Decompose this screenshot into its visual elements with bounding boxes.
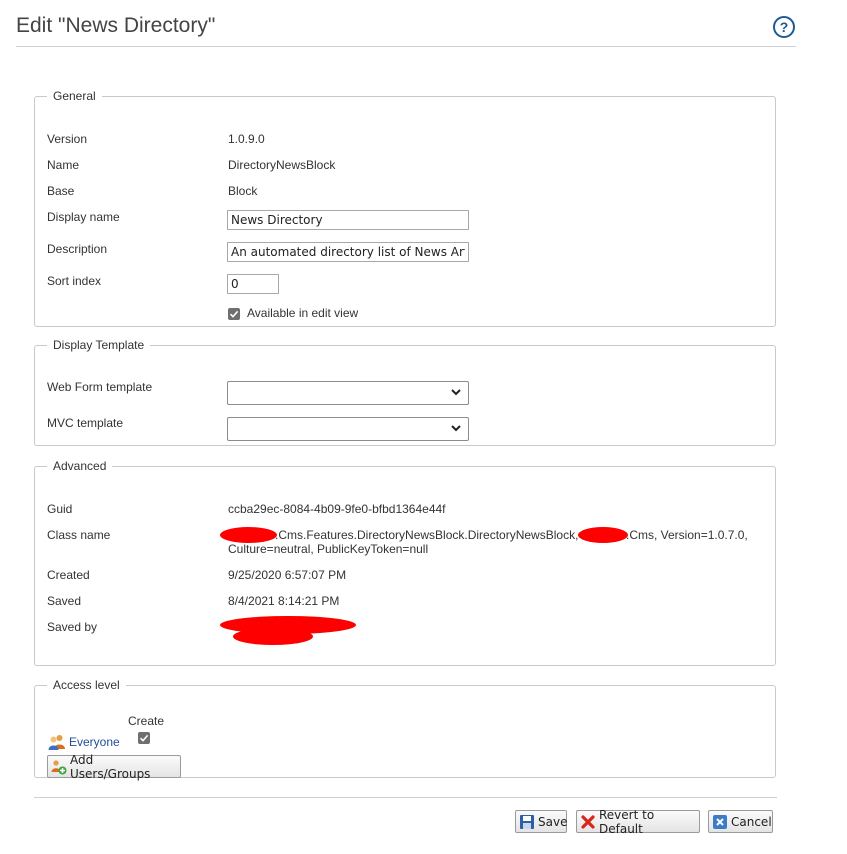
base-value: Block	[228, 184, 258, 198]
name-value: DirectoryNewsBlock	[228, 158, 336, 172]
created-label: Created	[47, 568, 90, 582]
general-section: General Version 1.0.9.0 Name DirectoryNe…	[34, 89, 776, 327]
description-field[interactable]	[227, 242, 469, 262]
guid-label: Guid	[47, 502, 73, 516]
help-icon[interactable]: ?	[773, 16, 795, 38]
add-users-icon	[51, 759, 67, 775]
checkmark-icon	[229, 310, 239, 318]
version-label: Version	[47, 132, 88, 146]
display-template-section: Display Template Web Form template MVC t…	[34, 338, 776, 446]
display-name-label: Display name	[47, 210, 120, 224]
general-legend: General	[53, 89, 96, 103]
revert-to-default-button[interactable]: Revert to Default	[576, 807, 700, 836]
advanced-legend: Advanced	[53, 459, 107, 473]
class-name-part2: .Cms, Version=1.0.7.0,	[626, 528, 748, 542]
column-create-header: Create	[128, 714, 165, 728]
cancel-label: Cancel	[731, 814, 772, 829]
available-checkbox[interactable]	[228, 308, 240, 320]
class-name-part1: .Cms.Features.DirectoryNewsBlock.Directo…	[275, 528, 579, 542]
redaction-mark	[578, 527, 628, 543]
save-icon	[519, 814, 535, 830]
mvc-template-select[interactable]	[227, 417, 469, 441]
version-value: 1.0.9.0	[228, 132, 265, 146]
add-users-groups-button[interactable]: Add Users/Groups	[47, 752, 181, 781]
display-template-legend: Display Template	[53, 338, 145, 352]
advanced-section: Advanced Guid ccba29ec-8084-4b09-9fe0-bf…	[34, 459, 776, 666]
webform-template-select[interactable]	[227, 381, 469, 405]
save-label: Save	[538, 814, 568, 829]
chevron-down-icon	[451, 389, 461, 396]
saved-by-label: Saved by	[47, 620, 98, 634]
user-group-icon	[48, 734, 66, 750]
class-name-label: Class name	[47, 528, 111, 542]
save-button[interactable]: Save	[515, 810, 567, 833]
cancel-button[interactable]: Cancel	[708, 810, 773, 833]
red-x-icon	[580, 814, 596, 830]
available-label: Available in edit view	[247, 306, 359, 320]
page-title: Edit "News Directory"	[16, 14, 216, 37]
revert-to-default-label: Revert to Default	[599, 807, 655, 836]
webform-template-label: Web Form template	[47, 380, 153, 394]
saved-value: 8/4/2021 8:14:21 PM	[228, 594, 340, 608]
name-label: Name	[47, 158, 80, 172]
guid-value: ccba29ec-8084-4b09-9fe0-bfbd1364e44f	[228, 502, 446, 516]
redaction-mark	[220, 527, 277, 543]
display-name-field[interactable]	[227, 210, 469, 230]
created-value: 9/25/2020 6:57:07 PM	[228, 568, 347, 582]
class-name-part3: Culture=neutral, PublicKeyToken=null	[228, 542, 429, 556]
base-label: Base	[47, 184, 75, 198]
sort-index-field[interactable]	[227, 274, 279, 294]
access-level-legend: Access level	[53, 678, 120, 692]
chevron-down-icon	[451, 425, 461, 432]
saved-label: Saved	[47, 594, 82, 608]
redaction-mark	[233, 628, 313, 645]
checkmark-icon	[139, 734, 149, 742]
sort-index-label: Sort index	[47, 274, 102, 288]
description-label: Description	[47, 242, 108, 256]
everyone-link[interactable]: Everyone	[69, 735, 120, 749]
cancel-icon	[712, 814, 728, 830]
add-users-groups-label: Add Users/Groups	[70, 752, 151, 781]
access-level-section: Access level Create Everyone Add Users/G…	[34, 678, 776, 781]
everyone-create-checkbox[interactable]	[138, 732, 150, 744]
mvc-template-label: MVC template	[47, 416, 124, 430]
footer-divider	[34, 797, 777, 798]
title-divider	[16, 46, 796, 47]
